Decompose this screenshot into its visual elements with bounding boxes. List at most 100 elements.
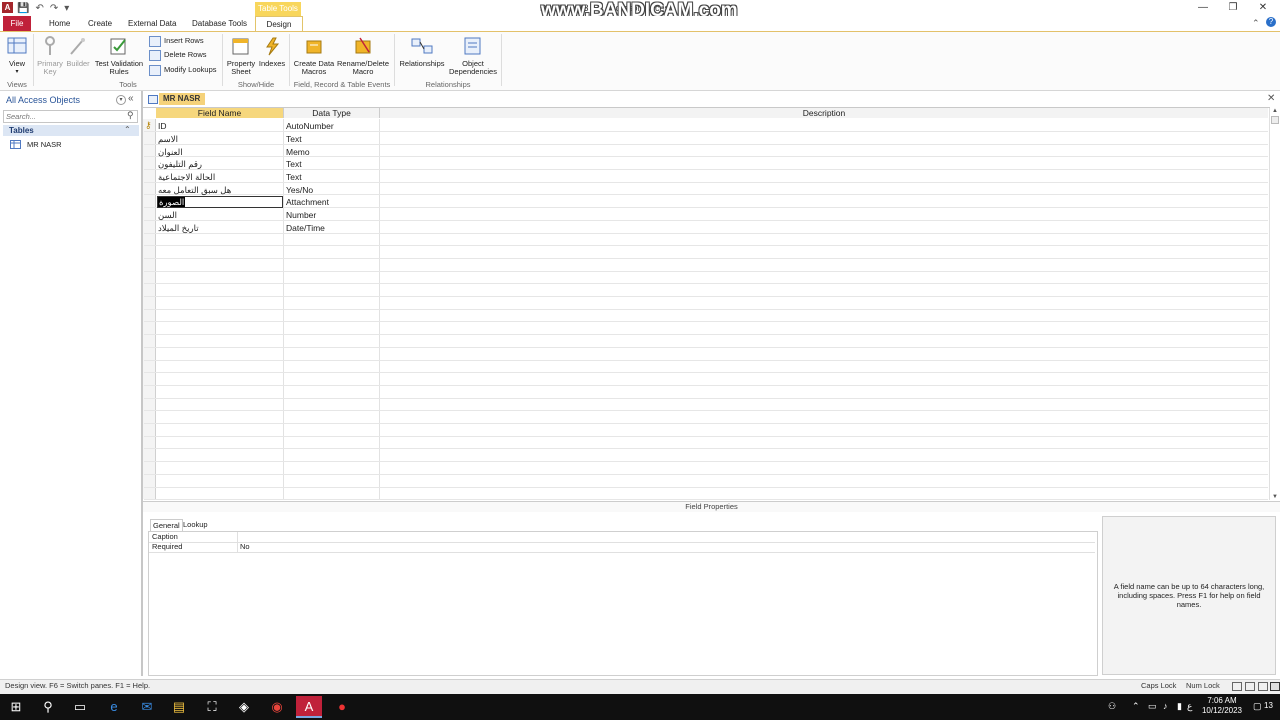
create-data-macros-button[interactable]: Create Data Macros (292, 36, 336, 76)
search-icon[interactable]: ⚲ (35, 696, 61, 718)
nav-collapse-icon[interactable]: « (128, 93, 134, 104)
pivot-view-icon[interactable] (1245, 682, 1255, 691)
data-type-cell[interactable]: Text (286, 158, 378, 170)
people-icon[interactable]: ⚇ (1108, 701, 1116, 712)
field-name-cell-active[interactable]: الصورة (158, 196, 282, 208)
vertical-scrollbar[interactable]: ▲ ▼ (1269, 108, 1280, 500)
bandicam-record-icon[interactable]: ● (329, 696, 355, 718)
data-type-cell[interactable]: AutoNumber (286, 120, 378, 132)
tab-home[interactable]: Home (43, 16, 76, 31)
file-explorer-icon[interactable]: ▤ (166, 696, 192, 718)
store-icon[interactable]: ⛶ (199, 696, 225, 718)
field-name-cell[interactable]: تاريخ الميلاد (158, 222, 282, 234)
navigation-pane (0, 91, 143, 676)
access-taskbar-icon[interactable]: A (296, 696, 322, 718)
field-name-cell[interactable]: العنوان (158, 146, 282, 158)
save-icon[interactable]: 💾 (17, 3, 29, 14)
scroll-down-icon[interactable]: ▼ (1270, 494, 1280, 500)
tray-chevron-icon[interactable]: ⌃ (1132, 701, 1140, 712)
taskbar-clock[interactable]: 7:06 AM 10/12/2023 (1196, 696, 1248, 716)
tab-database-tools[interactable]: Database Tools (186, 16, 253, 31)
minimize-button[interactable]: — (1190, 2, 1216, 14)
delete-rows-button[interactable]: Delete Rows (149, 49, 207, 61)
field-name-cell[interactable]: هل سبق التعامل معه (158, 184, 282, 196)
builder-button[interactable]: Builder (64, 36, 92, 68)
test-validation-label: Test Validation Rules (94, 59, 144, 76)
close-document-icon[interactable]: ✕ (1267, 93, 1275, 104)
grid-row-line (144, 423, 1268, 424)
object-dependencies-icon (464, 37, 481, 55)
primary-key-button[interactable]: Primary Key (36, 36, 64, 76)
property-sheet-button[interactable]: Property Sheet (225, 36, 257, 76)
insert-rows-button[interactable]: Insert Rows (149, 35, 204, 47)
scroll-up-icon[interactable]: ▲ (1270, 108, 1280, 114)
tab-general[interactable]: General (150, 519, 183, 531)
data-type-cell[interactable]: Text (286, 133, 378, 145)
object-dependencies-button[interactable]: Object Dependencies (447, 36, 499, 76)
design-view-icon[interactable] (1270, 682, 1280, 691)
field-name-cell[interactable]: ID (158, 120, 282, 132)
field-name-cell[interactable]: الاسم (158, 133, 282, 145)
group-divider (394, 34, 395, 86)
selected-text: الصورة (158, 197, 186, 207)
validation-check-icon (110, 38, 126, 55)
tab-lookup[interactable]: Lookup (181, 519, 210, 530)
field-name-cell[interactable]: رقم التليفون (158, 158, 282, 170)
datasheet-view-icon[interactable] (1232, 682, 1242, 691)
redo-icon[interactable]: ↷ (50, 3, 58, 14)
field-name-cell[interactable]: السن (158, 209, 282, 221)
grid-row-line (144, 321, 1268, 322)
search-icon[interactable]: ⚲ (127, 110, 134, 121)
mail-icon[interactable]: ✉ (134, 696, 160, 718)
network-icon[interactable]: ▭ (1148, 701, 1157, 712)
primary-key-label: Primary Key (37, 59, 63, 76)
battery-icon[interactable]: ▮ (1177, 701, 1182, 712)
property-value[interactable]: No (240, 542, 250, 552)
close-button[interactable]: ✕ (1250, 2, 1276, 14)
data-type-cell[interactable]: Date/Time (286, 222, 378, 234)
grid-row-line (144, 360, 1268, 361)
indexes-button[interactable]: Indexes (257, 36, 287, 68)
modify-lookups-button[interactable]: Modify Lookups (149, 64, 217, 76)
scroll-thumb[interactable] (1271, 116, 1279, 124)
windows-start-icon[interactable]: ⊞ (3, 696, 29, 718)
restore-button[interactable]: ❐ (1220, 2, 1246, 14)
nav-menu-chevron-icon[interactable]: ▾ (116, 95, 126, 105)
data-type-cell[interactable]: Number (286, 209, 378, 221)
field-name-cell[interactable]: الحالة الاجتماعية (158, 171, 282, 183)
tab-external-data[interactable]: External Data (122, 16, 182, 31)
app-icon[interactable]: ◈ (231, 696, 257, 718)
minimize-ribbon-icon[interactable]: ⌃ (1252, 18, 1260, 29)
help-icon[interactable]: ? (1266, 17, 1276, 27)
nav-pane-title[interactable]: All Access Objects (6, 95, 80, 105)
column-header-description: Description (380, 108, 1268, 118)
relationships-button[interactable]: Relationships (397, 36, 447, 68)
undo-icon[interactable]: ↶ (35, 3, 43, 14)
volume-icon[interactable]: ♪ (1163, 701, 1168, 711)
data-type-cell[interactable]: Attachment (286, 196, 378, 208)
group-collapse-icon[interactable]: ⌃ (124, 125, 131, 134)
data-type-cell[interactable]: Text (286, 171, 378, 183)
notification-icon[interactable]: ▢ (1253, 701, 1262, 712)
rename-delete-macro-button[interactable]: Rename/Delete Macro (336, 36, 390, 76)
nav-search-input[interactable] (4, 111, 124, 122)
task-view-icon[interactable]: ▭ (67, 696, 93, 718)
document-tab-mr-nasr[interactable]: MR NASR (159, 93, 205, 105)
input-language[interactable]: ع (1187, 701, 1192, 712)
edge-browser-icon[interactable]: e (101, 696, 127, 718)
customize-toolbar-icon[interactable]: ▾ (64, 3, 69, 14)
tab-file[interactable]: File (3, 16, 31, 31)
chrome-icon[interactable]: ◉ (264, 696, 290, 718)
chart-view-icon[interactable] (1258, 682, 1268, 691)
access-app-icon[interactable]: A (2, 2, 13, 13)
grid-row-line (144, 448, 1268, 449)
property-row-required[interactable]: Required No (149, 542, 1095, 553)
data-type-cell[interactable]: Memo (286, 146, 378, 158)
data-type-cell[interactable]: Yes/No (286, 184, 378, 196)
test-validation-rules-button[interactable]: Test Validation Rules (92, 36, 146, 76)
nav-item-mr-nasr[interactable]: MR NASR (10, 139, 62, 150)
tab-design[interactable]: Design (255, 16, 303, 32)
view-button[interactable]: View ▾ (4, 36, 30, 76)
grid-row-line (144, 334, 1268, 335)
tab-create[interactable]: Create (82, 16, 118, 31)
